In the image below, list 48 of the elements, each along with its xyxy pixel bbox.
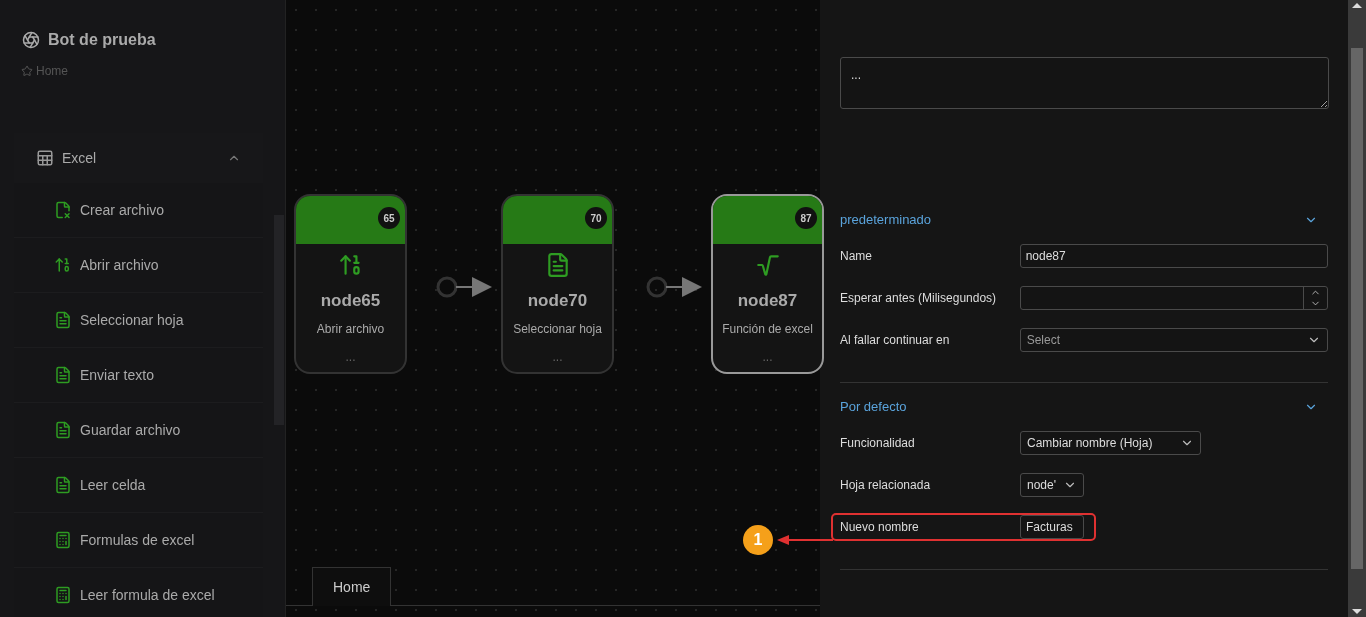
text-field[interactable]: Facturas [1020, 515, 1084, 539]
canvas-tab[interactable]: Home [312, 567, 392, 606]
scrollbar-thumb[interactable] [1351, 48, 1363, 569]
flow-node[interactable]: 87 node87 Función de excel ... [711, 194, 824, 374]
flow-node[interactable]: 70 node70 Seleccionar hoja ... [501, 194, 614, 374]
node-id-badge: 70 [585, 207, 607, 229]
document-icon [54, 311, 72, 329]
select-field[interactable]: Cambiar nombre (Hoja) [1020, 431, 1201, 455]
node-note: ... [345, 348, 356, 366]
field-label: Esperar antes (Milisegundos) [840, 290, 998, 307]
node-note: ... [762, 348, 773, 366]
bot-title: Bot de prueba [48, 30, 156, 50]
document-icon [54, 366, 72, 384]
field-label: Name [840, 248, 873, 265]
node-id-badge: 87 [795, 207, 817, 229]
node-name: node87 [737, 290, 798, 312]
flow-node[interactable]: 65 node65 Abrir archivo ... [294, 194, 407, 374]
node-id-badge: 65 [378, 207, 400, 229]
panel-scrollbar[interactable] [1348, 0, 1366, 617]
select-field[interactable]: node' [1020, 473, 1084, 497]
node-subtitle: Abrir archivo [316, 320, 385, 338]
calculator-icon [54, 531, 72, 549]
document-icon [54, 476, 72, 494]
node-subtitle: Función de excel [722, 320, 813, 338]
star-icon [21, 65, 33, 77]
number-field[interactable] [1019, 286, 1328, 310]
file-x-icon [54, 201, 72, 219]
document-icon [54, 421, 72, 439]
text-field[interactable]: node87 [1019, 244, 1328, 268]
field-label: Hoja relacionada [840, 477, 932, 494]
section-header[interactable]: predeterminado [840, 208, 1328, 232]
section-header[interactable]: Por defecto [840, 395, 1328, 419]
field-label: Nuevo nombre [840, 519, 920, 536]
connector-arrow [646, 276, 702, 298]
sort-number-icon [54, 256, 72, 274]
calculator-icon [54, 586, 72, 604]
square-root-icon [754, 252, 781, 278]
pointer-arrow [777, 534, 833, 546]
field-label: Funcionalidad [840, 435, 916, 452]
field-label: Al fallar continuar en [840, 332, 951, 349]
description-field[interactable]: ... [840, 57, 1329, 109]
node-name: node65 [320, 290, 381, 312]
select-field[interactable]: Select [1019, 328, 1328, 352]
table-icon [36, 149, 54, 167]
node-subtitle: Seleccionar hoja [513, 320, 602, 338]
node-name: node70 [527, 290, 588, 312]
connector-arrow [436, 276, 492, 298]
node-note: ... [552, 348, 563, 366]
